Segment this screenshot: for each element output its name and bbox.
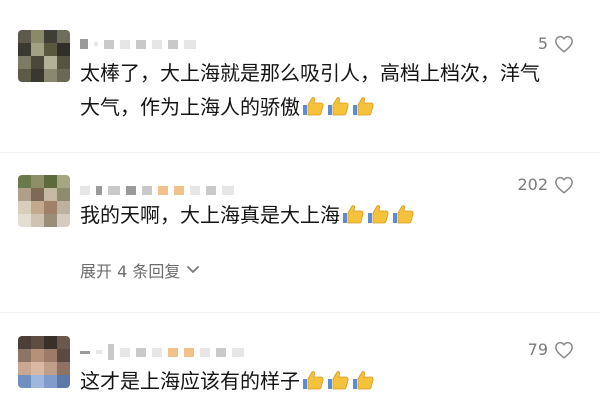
avatar[interactable]	[18, 336, 70, 388]
expand-replies-label: 展开 4 条回复	[80, 262, 181, 281]
thumbs-up-icon	[353, 371, 374, 390]
like-control[interactable]: 5	[538, 34, 574, 53]
comment-item: 202 我的天啊，大上海真是大上海 展开 4 条回复	[0, 155, 600, 305]
like-count: 79	[527, 340, 548, 359]
username-redacted[interactable]	[80, 36, 196, 52]
like-count: 202	[517, 175, 548, 194]
thumbs-up-icon	[368, 205, 389, 224]
chevron-down-icon	[187, 266, 200, 273]
like-control[interactable]: 202	[517, 175, 574, 194]
heart-outline-icon[interactable]	[554, 35, 574, 53]
heart-outline-icon[interactable]	[554, 176, 574, 194]
comment-text: 这才是上海应该有的样子	[80, 364, 550, 398]
like-control[interactable]: 79	[528, 340, 574, 359]
heart-outline-icon[interactable]	[554, 341, 574, 359]
expand-replies-button[interactable]: 展开 4 条回复	[80, 258, 200, 282]
comment-item: 79 这才是上海应该有的样子	[0, 318, 600, 415]
thumbs-up-icon	[303, 97, 324, 116]
thumbs-up-icon	[328, 97, 349, 116]
divider	[0, 152, 600, 153]
comment-text: 我的天啊，大上海真是大上海	[80, 198, 550, 232]
thumbs-up-icon	[343, 205, 364, 224]
like-count: 5	[537, 34, 548, 53]
thumbs-up-icon	[303, 371, 324, 390]
avatar[interactable]	[18, 175, 70, 227]
thumbs-up-icon	[393, 205, 414, 224]
thumbs-up-icon	[353, 97, 374, 116]
thumbs-up-icon	[328, 371, 349, 390]
comment-item: 5 太棒了，大上海就是那么吸引人，高档上档次，洋气大气，作为上海人的骄傲	[0, 0, 600, 140]
username-redacted[interactable]	[80, 182, 234, 198]
comment-text: 太棒了，大上海就是那么吸引人，高档上档次，洋气大气，作为上海人的骄傲	[80, 61, 540, 119]
divider	[0, 312, 600, 313]
avatar[interactable]	[18, 30, 70, 82]
username-redacted[interactable]	[80, 344, 244, 360]
